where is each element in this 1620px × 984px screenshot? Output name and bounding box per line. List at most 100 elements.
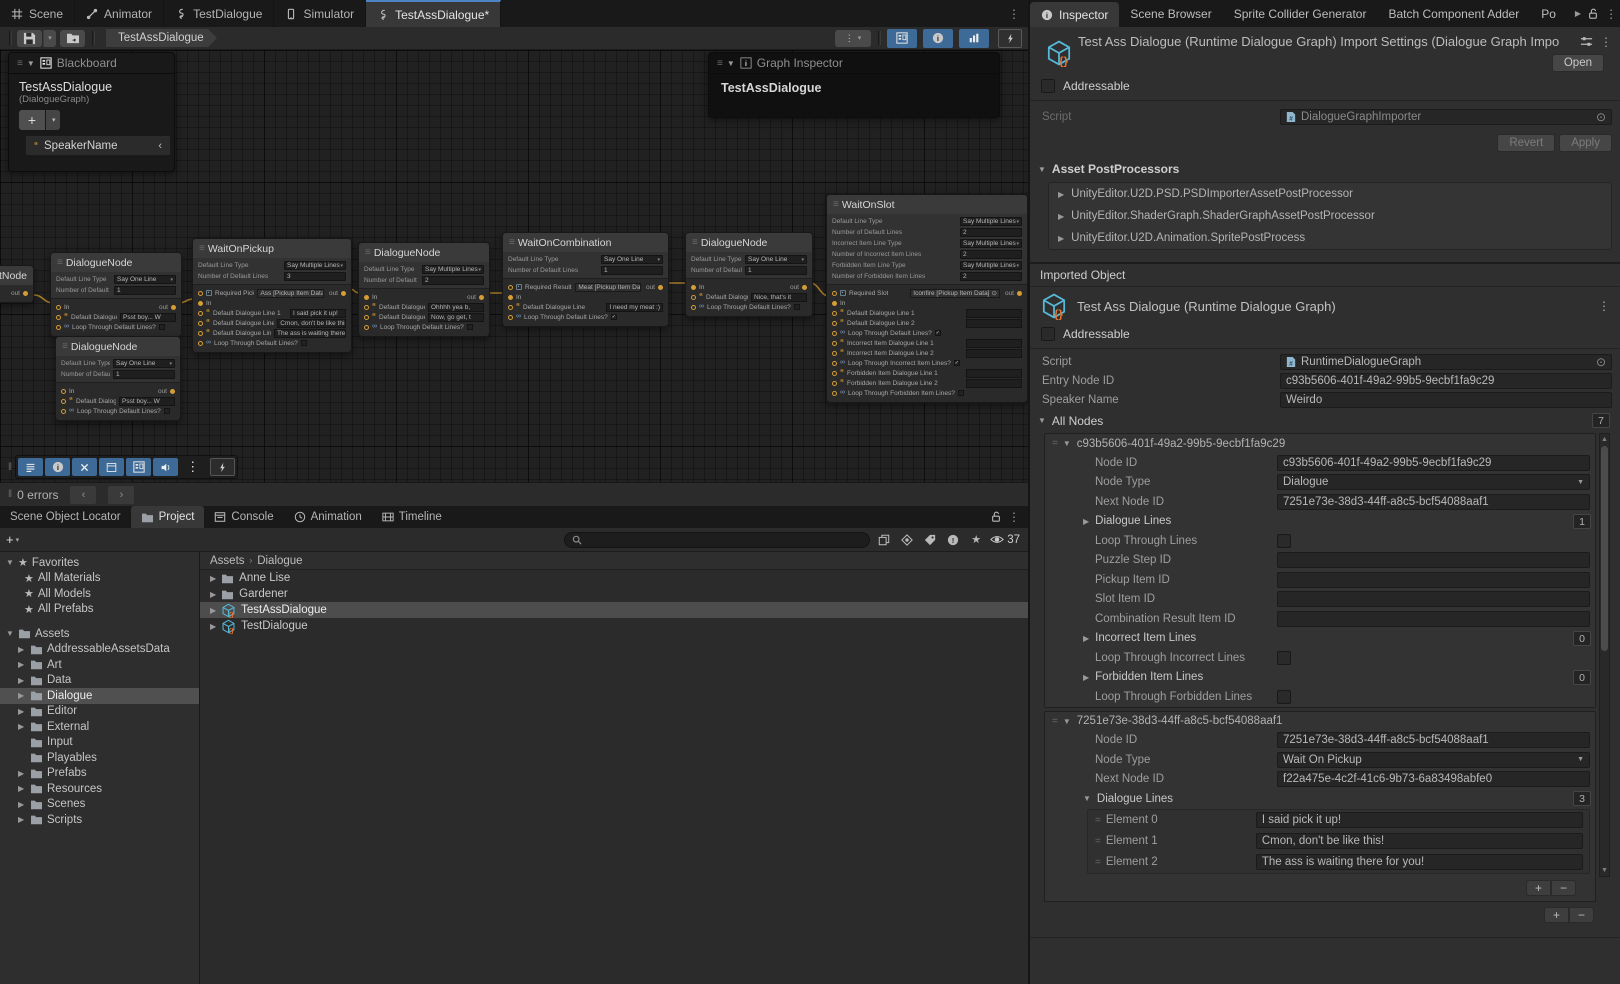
graph-inspector-header[interactable]: ≡ ▼ i Graph Inspector [709,53,999,74]
parameter-value[interactable]: 2 [422,276,484,285]
parameter-value[interactable]: 1 [113,370,175,379]
tree-item-editor[interactable]: ▶Editor [0,704,199,720]
array-size[interactable]: 1 [1573,514,1591,529]
node-collapse-icon[interactable]: ≡ [62,341,67,352]
foldout-arrow-icon[interactable]: ▼ [27,59,35,68]
port-dot[interactable] [61,399,66,404]
port-dot[interactable] [198,291,203,296]
kebab-menu-icon[interactable]: ⋮ [1008,7,1020,21]
node-port-row[interactable]: “Default Dialogue LinePsst boy... W [56,396,180,406]
foldout-arrow-icon[interactable]: ▼ [1083,794,1091,803]
blackboard-panel[interactable]: ≡ ▼ Blackboard TestAssDialogue (Dialogue… [8,52,175,172]
foldout-arrow-icon[interactable]: ▶ [18,660,26,669]
node-port-row[interactable]: Required SlotIconfire [Pickup Item Data]… [827,288,1027,298]
loop-checkbox[interactable] [794,304,800,310]
puzzle-step-id-field[interactable] [1277,552,1590,568]
output-port[interactable]: out [1005,290,1022,297]
node-collapse-icon[interactable]: ≡ [833,199,838,210]
breadcrumb-assets[interactable]: Assets [210,555,245,567]
node-port-row[interactable]: “Default Dialogue LineNice, that's it [686,292,812,302]
graph-node-waitoncombination[interactable]: ≡WaitOnCombinationDefault Line TypeSay O… [502,232,669,327]
output-port[interactable]: out [11,290,28,297]
line-text-field[interactable] [966,319,1022,328]
graph-node-dialoguenode[interactable]: ≡DialogueNodeDefault Line TypeSay One Li… [55,336,181,421]
port-dot[interactable] [832,381,837,386]
line-text-field[interactable]: Cmon, don't be like this! [277,319,346,328]
scroll-down-icon[interactable]: ▼ [1601,865,1608,876]
addressable-checkbox[interactable] [1041,327,1055,341]
asset-postprocessors-foldout[interactable]: ▼ Asset PostProcessors [1030,156,1620,179]
node-collapse-icon[interactable]: ≡ [199,243,204,254]
element-row[interactable]: =Element 0I said pick it up! [1088,810,1589,831]
port-dot[interactable] [832,391,837,396]
drag-handle-icon[interactable]: ≡ [17,58,22,69]
node-port-row[interactable]: ∞Loop Through Default Lines? [686,302,812,312]
foldout-arrow-icon[interactable]: ▶ [18,800,26,809]
element-value-field[interactable]: I said pick it up! [1256,812,1583,828]
hidden-packages-button[interactable]: ! [944,534,962,546]
tab-po[interactable]: Po [1530,0,1567,27]
node-title[interactable]: ≡WaitOnCombination [503,233,668,252]
line-text-field[interactable]: Nice, that's it [751,293,807,302]
element-value-field[interactable]: The ass is waiting there for you! [1256,854,1583,870]
node-port-row[interactable]: “Default Dialogue LineI need my meat :) [503,302,668,312]
loop-checkbox[interactable] [164,408,170,414]
node-id-field[interactable]: c93b5606-401f-49a2-99b5-9ecbf1fa9c29 [1277,455,1590,471]
line-text-field[interactable]: I said pick it up! [290,309,346,318]
graph-tool-info[interactable]: i [45,458,70,476]
port-dot[interactable] [341,291,346,296]
node-port-row[interactable]: “Default Dialogue Line 1I said pick it u… [193,308,351,318]
loop-checkbox[interactable] [301,340,307,346]
graph-tool-menu[interactable]: ⋮ [180,458,205,476]
foldout-arrow-icon[interactable]: ▼ [1063,717,1071,726]
port-dot[interactable] [832,361,837,366]
foldout-row-dialogue-lines[interactable]: ▶Dialogue Lines1 [1045,512,1595,532]
scrollbar-thumb[interactable] [1601,446,1608,651]
add-property-dropdown[interactable]: ▾ [46,110,60,130]
favorite-item-all-prefabs[interactable]: ★All Prefabs [0,602,199,618]
output-port[interactable]: out [329,290,346,297]
tab-timeline[interactable]: Timeline [372,506,452,528]
output-port[interactable]: out [790,284,807,291]
favorites-filter-button[interactable]: ★ [967,533,985,546]
foldout-arrow-icon[interactable]: ▶ [18,645,26,654]
show-in-project-button[interactable] [60,30,85,47]
foldout-arrow-icon[interactable]: ▶ [18,769,26,778]
node-port-row[interactable]: “Default Dialogue Line 2Now, go get, t [359,312,489,322]
node-collapse-icon[interactable]: ≡ [509,237,514,248]
graph-node-dialoguenode[interactable]: ≡DialogueNodeDefault Line TypeSay One Li… [50,252,182,337]
graph-breadcrumb[interactable]: TestAssDialogue [106,29,208,47]
node-port-row[interactable]: In [193,298,351,308]
foldout-arrow-icon[interactable]: ▶ [210,590,216,599]
parameter-value[interactable]: 1 [114,286,176,295]
loop-checkbox[interactable]: ✓ [611,314,617,320]
toggle-minimap-button[interactable] [959,29,989,48]
addressable-checkbox[interactable] [1041,79,1055,93]
graph-canvas[interactable]: ≡StartNodeSpeakerNameout≡DialogueNodeDef… [0,50,1028,482]
foldout-arrow-icon[interactable]: ▶ [18,676,26,685]
node-port-row[interactable]: “Forbidden Item Dialogue Line 1 [827,368,1027,378]
scroll-up-icon[interactable]: ▲ [1601,434,1608,445]
node-port-row[interactable]: “Default Dialogue Line 1Ohhhh yea b, [359,302,489,312]
graph-node-waitonpickup[interactable]: ≡WaitOnPickupDefault Line TypeSay Multip… [192,238,352,353]
node-type-field[interactable]: Wait On Pickup▼ [1277,752,1590,768]
foldout-row-dialogue-lines[interactable]: ▼Dialogue Lines3 [1045,789,1595,809]
parameter-value[interactable]: 2 [960,272,1022,281]
port-dot[interactable] [170,389,175,394]
drag-handle-icon[interactable]: ≡ [717,58,722,69]
next-node-id-field[interactable]: f22a475e-4c2f-41c6-9b73-6a83498abfe0 [1277,771,1590,787]
node-entry-header[interactable]: =▼c93b5606-401f-49a2-99b5-9ecbf1fa9c29 [1045,434,1595,453]
port-dot[interactable] [691,295,696,300]
object-picker-icon[interactable]: ⊙ [992,289,997,297]
chevron-left-icon[interactable]: ‹ [158,140,162,152]
node-entry-header[interactable]: =▼7251e73e-38d3-44ff-a8c5-bcf54088aaf1 [1045,712,1595,731]
port-dot[interactable] [508,315,513,320]
node-port-row[interactable]: Inout [56,386,180,396]
remove-element-button[interactable]: − [1551,880,1576,896]
graph-options-button[interactable]: ⋮▾ [835,30,871,47]
tab-scene-browser[interactable]: Scene Browser [1119,0,1222,27]
element-row[interactable]: =Element 2The ass is waiting there for y… [1088,852,1589,873]
tab-animation[interactable]: Animation [284,506,372,528]
tab-batch-component-adder[interactable]: Batch Component Adder [1377,0,1530,27]
parameter-value[interactable]: Say Multiple Lines▾ [960,261,1022,270]
